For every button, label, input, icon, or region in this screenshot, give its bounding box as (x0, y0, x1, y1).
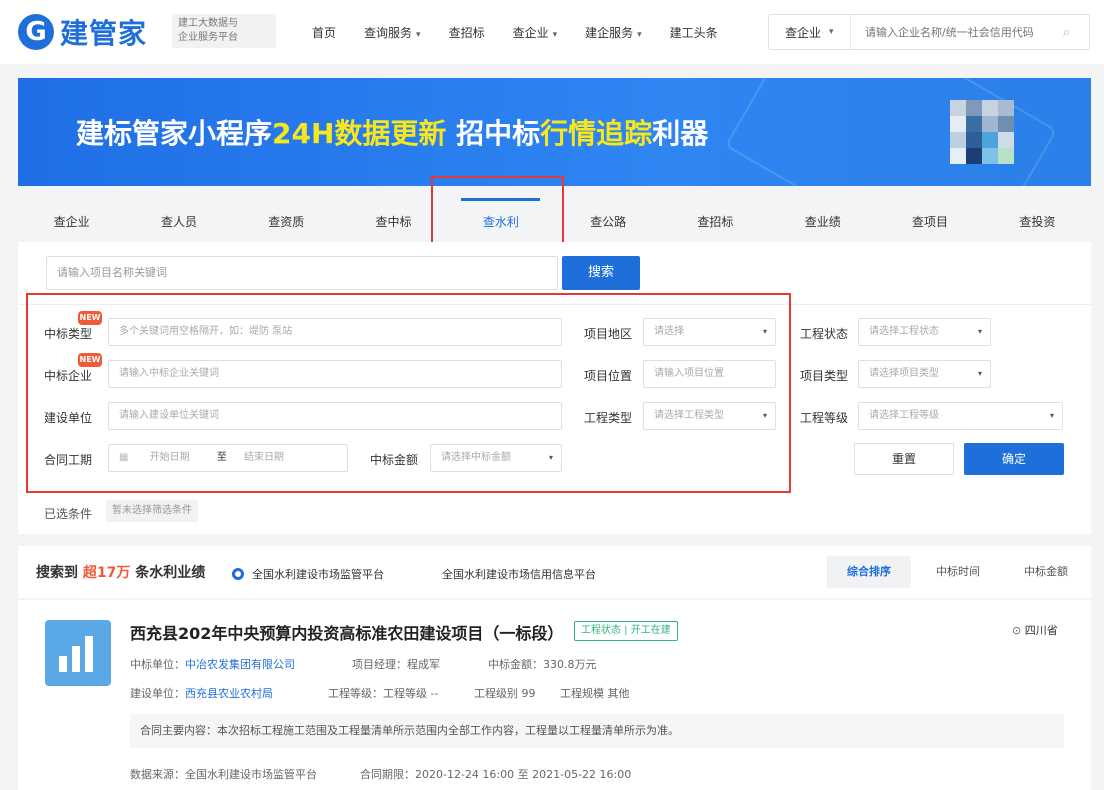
builder-info: 建设单位：西充县农业农村局 (130, 687, 273, 700)
label-source: 工程状态 (800, 327, 849, 341)
contract-period: 合同期限：2020-12-24 16:00 至 2021-05-22 16:00 (360, 768, 632, 781)
contract-content: 合同主要内容：本次招标工程施工范围及工程量清单所示范围内全部工作内容，工程量以工… (130, 714, 1064, 748)
results-count: 搜索到 超17万 条水利业绩 (36, 565, 206, 581)
qr-code-image (950, 100, 1014, 164)
bid-winner-link[interactable]: 中冶农发集团有限公司 (185, 658, 295, 671)
logo-icon: G (18, 14, 54, 50)
project-scale-info: 工程规模 其他 (560, 687, 630, 700)
result-title[interactable]: 西充县202年中央预算内投资高标准农田建设项目（一标段） (130, 620, 563, 644)
label-project-grade: 工程等级 (800, 411, 849, 425)
chevron-down-icon: ▾ (829, 27, 834, 37)
nav-item-headlines[interactable]: 建工头条 (670, 24, 718, 41)
tab-personnel[interactable]: 查人员 (125, 202, 232, 242)
nav-item-companies[interactable]: 查企业 ▾ (513, 24, 558, 41)
nav-item-home[interactable]: 首页 (312, 24, 336, 41)
nav-item-enterprise-services[interactable]: 建企服务 ▾ (585, 24, 642, 41)
header-search-input[interactable] (851, 25, 1063, 39)
confirm-button[interactable]: 确定 (964, 443, 1064, 475)
tab-performance[interactable]: 查业绩 (769, 202, 876, 242)
slogan-line: 建工大数据与 (178, 18, 238, 29)
search-button[interactable]: 搜索 (562, 256, 640, 290)
chevron-down-icon: ▾ (552, 29, 558, 40)
builder-link[interactable]: 西充县农业农村局 (185, 687, 273, 700)
project-type-select[interactable]: 请选择项目类型 ▾ (858, 360, 991, 388)
project-grade-select[interactable]: 请选择工程等级 ▾ (858, 402, 1063, 430)
status-badge: 工程状态 | 开工在建 (574, 621, 678, 641)
source-radio-national-supervision[interactable]: 全国水利建设市场监管平台 (232, 566, 384, 582)
result-location: ⊙ 四川省 (1012, 624, 1058, 637)
project-level-info: 工程级别 99 (474, 687, 536, 700)
location-pin-icon: ⊙ (1012, 624, 1022, 637)
tab-company[interactable]: 查企业 (18, 202, 125, 242)
bid-winner: 中标单位：中冶农发集团有限公司 (130, 658, 295, 671)
chevron-down-icon: ▾ (1049, 411, 1054, 420)
radio-unselected-icon (422, 568, 434, 580)
source-select[interactable]: 请选择工程状态 ▾ (858, 318, 991, 346)
search-type-select[interactable]: 查企业 ▾ (769, 15, 851, 49)
data-source: 数据来源：全国水利建设市场监管平台 (130, 768, 317, 781)
sort-bid-time[interactable]: 中标时间 (918, 556, 998, 588)
project-keyword-input[interactable]: 请输入项目名称关键词 (46, 256, 558, 290)
logo[interactable]: G 建管家 (18, 12, 147, 52)
reset-button[interactable]: 重置 (854, 443, 954, 475)
tab-highway[interactable]: 查公路 (554, 202, 661, 242)
chevron-down-icon: ▾ (637, 29, 642, 40)
banner-headline: 建标管家小程序24H数据更新 招中标行情追踪利器 (76, 117, 709, 150)
header-search: 查企业▾ ⌕ (768, 14, 1090, 50)
label-project-type: 项目类型 (800, 369, 849, 383)
nav-item-tenders[interactable]: 查招标 (449, 24, 485, 41)
project-grade-info: 工程等级：工程等级 -- (328, 687, 439, 700)
slogan-line: 企业服务平台 (178, 32, 238, 43)
tab-investment[interactable]: 查投资 (984, 202, 1091, 242)
bid-amount: 中标金额：330.8万元 (488, 658, 597, 671)
top-navigation-bar: G 建管家 建工大数据与 企业服务平台 首页 查询服务 ▾ 查招标 查企业 ▾ 建企… (0, 0, 1104, 64)
radio-selected-icon (232, 568, 244, 580)
chevron-down-icon: ▾ (977, 369, 982, 378)
project-manager: 项目经理：程成军 (352, 658, 440, 671)
sort-comprehensive[interactable]: 综合排序 (827, 556, 911, 588)
bar-chart-icon (45, 620, 111, 686)
chevron-down-icon: ▾ (977, 327, 982, 336)
source-radio-national-credit[interactable]: 全国水利建设市场信用信息平台 (422, 566, 596, 582)
tab-qualification[interactable]: 查资质 (233, 202, 340, 242)
nav-item-query-services[interactable]: 查询服务 ▾ (364, 24, 421, 41)
logo-text: 建管家 (60, 17, 148, 50)
search-icon[interactable]: ⌕ (1063, 25, 1089, 40)
selected-conditions-tag: 暂未选择筛选条件 (106, 500, 198, 522)
slogan-badge: 建工大数据与 企业服务平台 (172, 14, 276, 48)
sort-bid-amount[interactable]: 中标金额 (1006, 556, 1086, 588)
selected-conditions-label: 已选条件 (44, 507, 93, 521)
tab-tenders[interactable]: 查招标 (662, 202, 769, 242)
tab-projects[interactable]: 查项目 (876, 202, 983, 242)
promo-banner[interactable]: 建标管家小程序24H数据更新 招中标行情追踪利器 (18, 78, 1091, 186)
main-nav: 首页 查询服务 ▾ 查招标 查企业 ▾ 建企服务 ▾ 建工头条 (312, 0, 746, 64)
annotation-box-filters (26, 293, 791, 493)
chevron-down-icon: ▾ (416, 29, 421, 40)
